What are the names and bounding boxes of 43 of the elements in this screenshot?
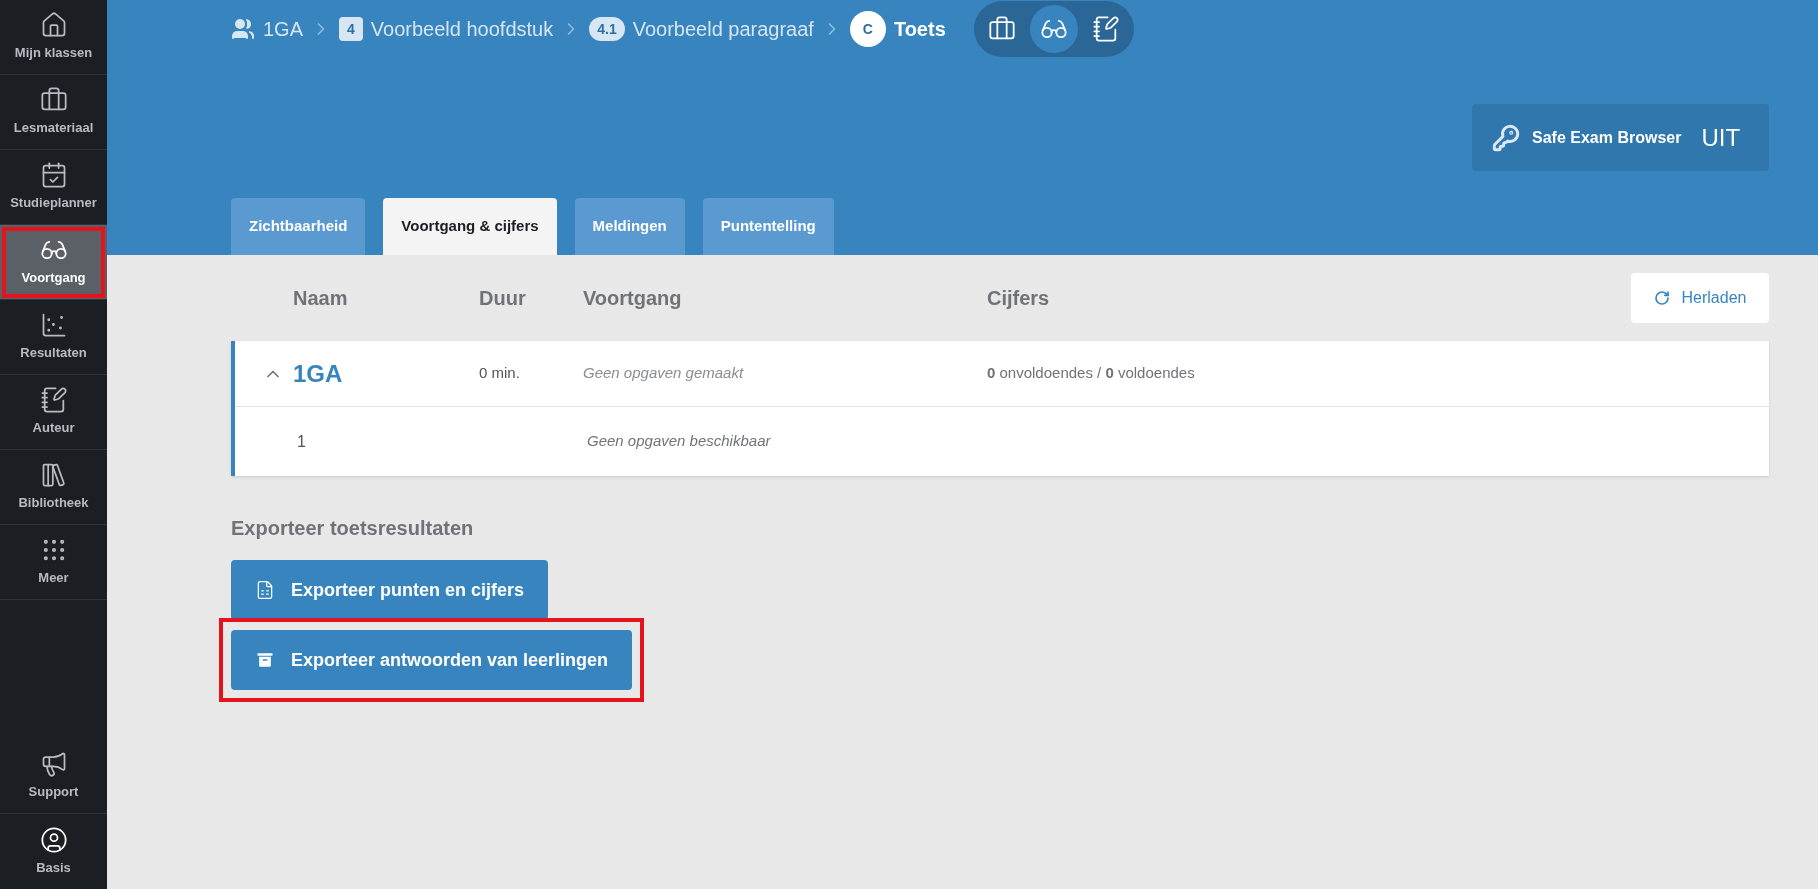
- breadcrumb-link[interactable]: Voorbeeld hoofdstuk: [370, 15, 554, 43]
- notebook-pen-icon: [39, 386, 68, 415]
- people-icon: [231, 17, 255, 41]
- sidebar-item[interactable]: Meer: [0, 525, 107, 600]
- tab[interactable]: Puntentelling: [702, 198, 834, 255]
- column-header: Duur: [479, 286, 527, 311]
- column-header: Naam: [293, 286, 349, 311]
- spreadsheet-icon: [255, 580, 275, 600]
- tab[interactable]: Zichtbaarheid: [231, 198, 366, 255]
- key-icon: [1492, 123, 1520, 152]
- refresh-icon: [1653, 290, 1670, 306]
- export-button[interactable]: Exporteer antwoorden van leerlingen: [231, 630, 633, 690]
- view-toggle[interactable]: [1029, 5, 1078, 53]
- sidebar-item[interactable]: Bibliotheek: [0, 450, 107, 525]
- table-cell-text: Geen opgaven beschikbaar: [587, 431, 771, 452]
- breadcrumb-link[interactable]: 1GA: [263, 15, 304, 43]
- section-title: Exporteer toetsresultaten: [231, 516, 475, 541]
- breadcrumb-link[interactable]: Voorbeeld paragraaf: [632, 15, 814, 43]
- toggle-state: UIT: [1701, 122, 1741, 153]
- table-cell-text: 1: [297, 431, 307, 452]
- sidebar-item[interactable]: Resultaten: [0, 300, 107, 375]
- table-cell-text: 0 onvoldoendes / 0 voldoendes: [987, 363, 1195, 384]
- notebook-pen-icon: [1091, 15, 1120, 43]
- table-cell-text: Geen opgaven gemaakt: [583, 363, 745, 384]
- group-name[interactable]: 1GA: [293, 357, 479, 390]
- sidebar-item[interactable]: Basis: [0, 814, 107, 889]
- table-cell-text: 0 min.: [479, 363, 521, 384]
- breadcrumb-link[interactable]: Toets: [893, 15, 946, 43]
- paragraph-number: 4.1: [589, 17, 625, 41]
- column-header: Voortgang: [583, 286, 683, 311]
- test-letter: C: [849, 11, 886, 47]
- tab[interactable]: Meldingen: [574, 198, 685, 255]
- safe-exam-browser-button[interactable]: Safe Exam Browser UIT: [1472, 104, 1769, 171]
- archive-box-icon: [255, 650, 275, 670]
- sidebar-item[interactable]: Support: [0, 739, 107, 814]
- reload-button[interactable]: Herladen: [1631, 273, 1769, 323]
- column-header: Cijfers: [987, 286, 1050, 311]
- tab[interactable]: Voortgang & cijfers: [383, 198, 557, 255]
- chapter-number: 4: [339, 17, 363, 41]
- avatar-icon: [39, 825, 68, 854]
- export-button[interactable]: Exporteer punten en cijfers: [231, 560, 549, 620]
- sidebar-item[interactable]: Auteur: [0, 375, 107, 450]
- sidebar-item[interactable]: Voortgang: [0, 225, 107, 300]
